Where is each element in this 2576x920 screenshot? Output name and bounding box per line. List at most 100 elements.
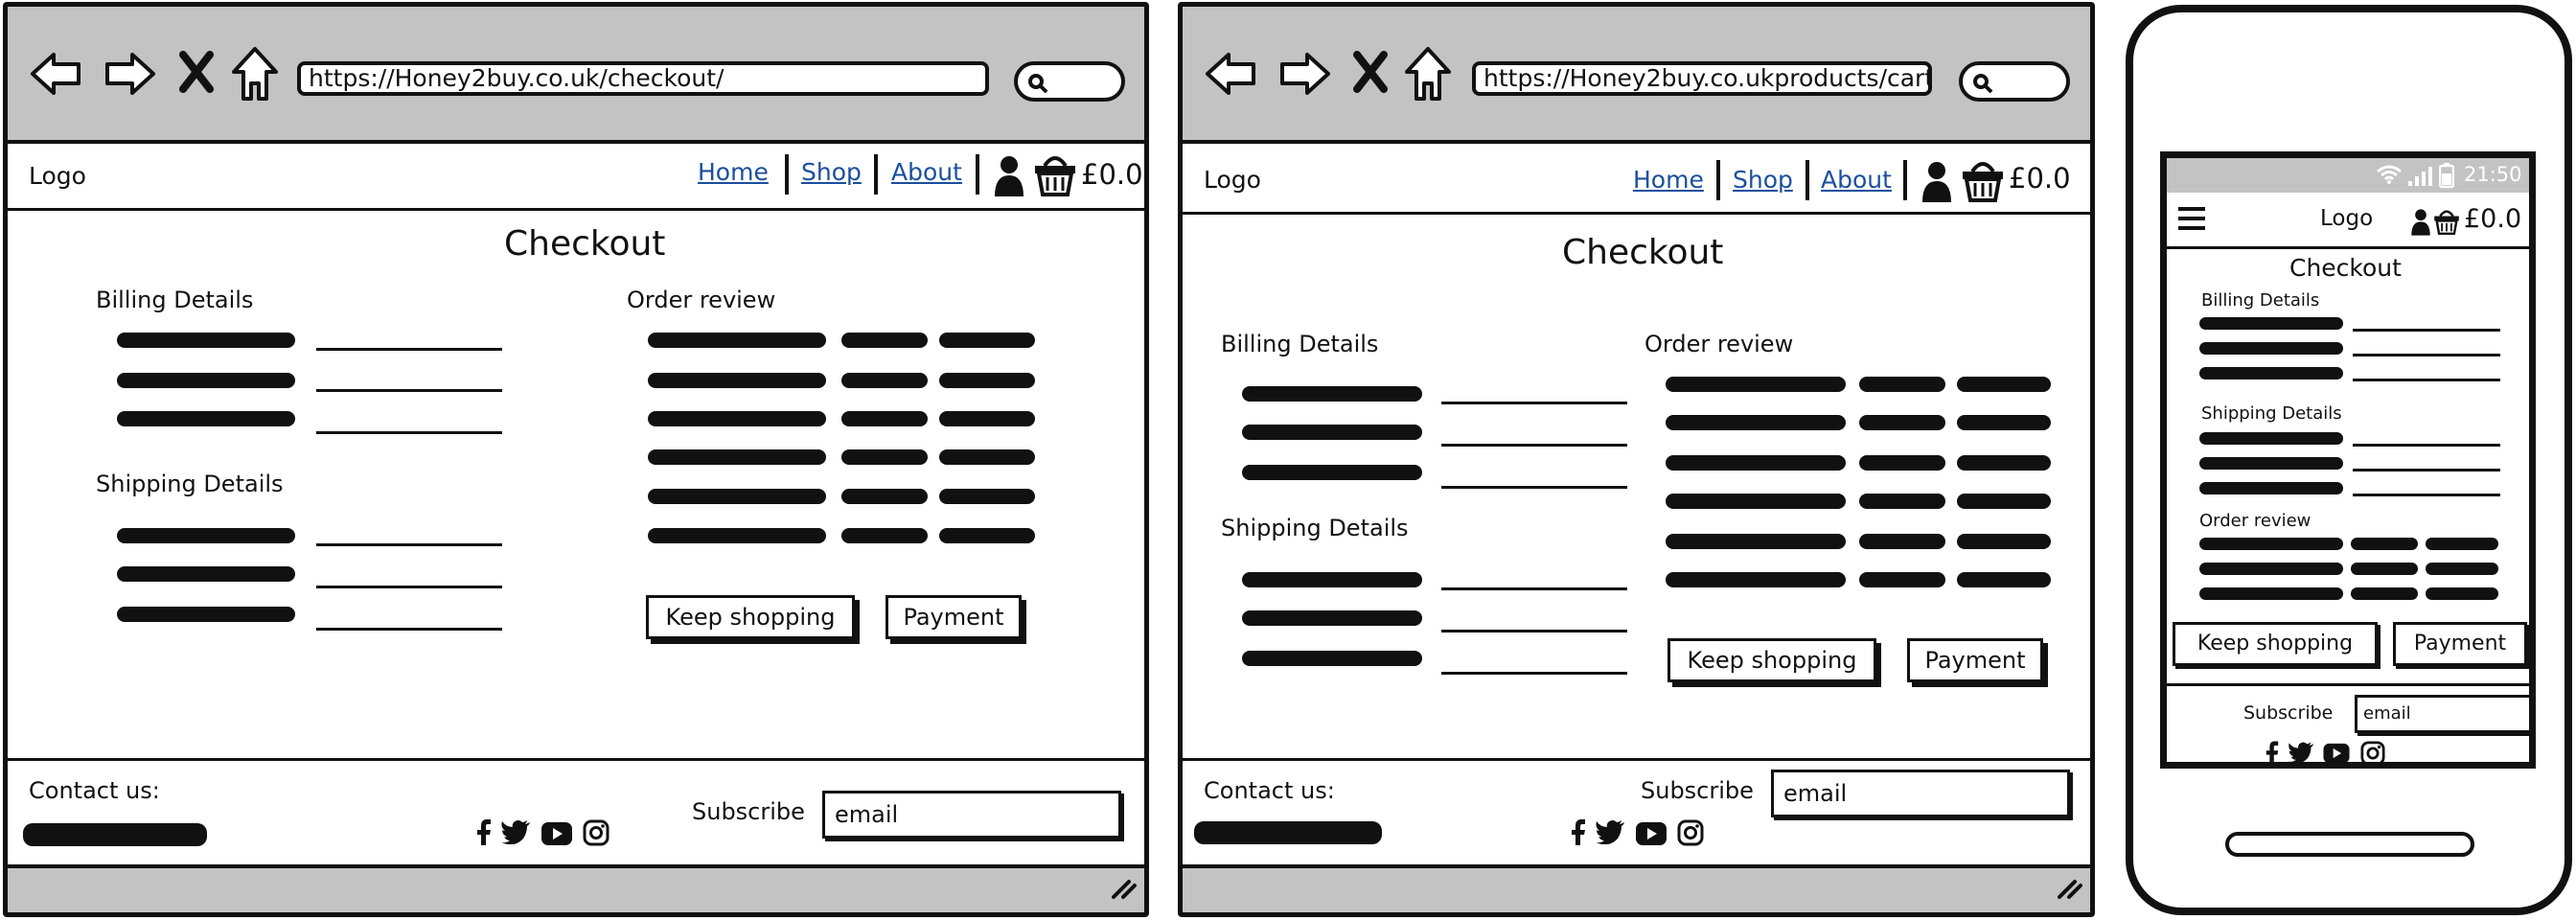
youtube-icon[interactable]: [2322, 743, 2351, 764]
user-icon[interactable]: [993, 154, 1025, 198]
shipping-field[interactable]: [316, 543, 502, 546]
order-price: [2426, 538, 2498, 550]
home-icon[interactable]: [230, 45, 280, 103]
instagram-icon[interactable]: [583, 819, 610, 846]
subscribe-email-input[interactable]: email: [1771, 770, 2070, 817]
billing-field[interactable]: [1441, 486, 1627, 489]
phone-home-button[interactable]: [2225, 832, 2474, 857]
twitter-icon[interactable]: [2288, 741, 2314, 764]
forward-arrow-icon[interactable]: [1276, 47, 1332, 101]
subscribe-email-input[interactable]: email: [2355, 695, 2529, 733]
facebook-icon[interactable]: [1570, 817, 1587, 846]
cart-total[interactable]: £0.0: [2009, 162, 2071, 195]
search-box[interactable]: [1959, 61, 2070, 102]
shipping-label: [117, 566, 295, 582]
shipping-field[interactable]: [2353, 444, 2500, 447]
wifi-icon: [2377, 165, 2402, 184]
order-item: [2199, 538, 2343, 550]
subscribe-label: Subscribe: [692, 798, 805, 825]
shipping-field[interactable]: [1441, 587, 1627, 590]
shipping-heading: Shipping Details: [2201, 403, 2342, 424]
shipping-field[interactable]: [2353, 469, 2500, 472]
browser-status-bar: [1183, 864, 2090, 912]
cart-total[interactable]: £0.0: [1081, 158, 1143, 191]
subscribe-email-input[interactable]: email: [822, 791, 1121, 839]
shipping-field[interactable]: [2353, 494, 2500, 496]
shipping-field[interactable]: [316, 628, 502, 631]
shipping-field[interactable]: [316, 586, 502, 588]
order-review-heading: Order review: [1644, 331, 1794, 357]
order-item: [1666, 572, 1846, 587]
order-item: [648, 411, 826, 426]
shipping-field[interactable]: [1441, 672, 1627, 675]
billing-field[interactable]: [2353, 354, 2500, 356]
shipping-label: [2199, 482, 2343, 494]
youtube-icon[interactable]: [540, 821, 573, 846]
order-item: [2199, 563, 2343, 575]
cart-total[interactable]: £0.0: [2464, 204, 2521, 234]
nav-shop-link[interactable]: Shop: [1733, 166, 1793, 194]
back-arrow-icon[interactable]: [1204, 47, 1259, 101]
billing-field[interactable]: [316, 431, 502, 434]
logo[interactable]: Logo: [29, 162, 86, 190]
basket-icon[interactable]: [2433, 206, 2460, 237]
close-icon[interactable]: [177, 51, 216, 93]
logo[interactable]: Logo: [2320, 206, 2373, 231]
order-qty: [1859, 377, 1945, 392]
user-icon[interactable]: [2410, 208, 2431, 237]
keep-shopping-button[interactable]: Keep shopping: [1668, 638, 1876, 682]
basket-icon[interactable]: [1033, 150, 1077, 198]
order-price: [939, 411, 1035, 426]
facebook-icon[interactable]: [475, 817, 493, 846]
order-item: [1666, 494, 1846, 509]
forward-arrow-icon[interactable]: [102, 47, 157, 101]
twitter-icon[interactable]: [1595, 819, 1625, 844]
order-price: [1957, 415, 2051, 430]
nav-shop-link[interactable]: Shop: [801, 158, 862, 186]
order-qty: [2351, 587, 2418, 600]
shipping-field[interactable]: [1441, 630, 1627, 632]
billing-field[interactable]: [1441, 402, 1627, 404]
user-icon[interactable]: [1920, 160, 1953, 204]
search-icon: [1028, 74, 1048, 94]
billing-field[interactable]: [316, 389, 502, 392]
instagram-icon[interactable]: [1677, 819, 1704, 846]
search-box[interactable]: [1014, 61, 1125, 102]
home-icon[interactable]: [1403, 45, 1453, 103]
keep-shopping-button[interactable]: Keep shopping: [2173, 622, 2378, 666]
youtube-icon[interactable]: [1635, 821, 1668, 846]
basket-icon[interactable]: [1961, 156, 2005, 204]
order-item: [1666, 534, 1846, 549]
nav-about-link[interactable]: About: [1821, 166, 1892, 194]
navbar-divider: [1183, 212, 2090, 215]
hamburger-menu-icon[interactable]: [2176, 206, 2207, 231]
contact-details: [23, 823, 207, 846]
resize-grip-icon[interactable]: [1110, 876, 1138, 901]
billing-field[interactable]: [2353, 379, 2500, 381]
billing-field[interactable]: [1441, 444, 1627, 447]
logo[interactable]: Logo: [1204, 166, 1261, 194]
nav-about-link[interactable]: About: [891, 158, 962, 186]
back-arrow-icon[interactable]: [29, 47, 84, 101]
nav-home-link[interactable]: Home: [698, 158, 769, 186]
order-price: [939, 489, 1035, 504]
page-title: Checkout: [504, 224, 666, 264]
instagram-icon[interactable]: [2360, 741, 2385, 766]
order-item: [1666, 377, 1846, 392]
resize-grip-icon[interactable]: [2056, 876, 2084, 901]
billing-field[interactable]: [2353, 329, 2500, 332]
nav-home-link[interactable]: Home: [1633, 166, 1704, 194]
payment-button[interactable]: Payment: [886, 595, 1022, 639]
keep-shopping-button[interactable]: Keep shopping: [646, 595, 855, 639]
payment-button[interactable]: Payment: [2393, 622, 2527, 666]
payment-button[interactable]: Payment: [1907, 638, 2043, 682]
billing-heading: Billing Details: [96, 287, 254, 313]
close-icon[interactable]: [1351, 51, 1390, 93]
search-icon: [1973, 74, 1993, 94]
address-bar[interactable]: https://Honey2buy.co.uk/checkout/: [297, 61, 989, 96]
address-bar[interactable]: https://Honey2buy.co.ukproducts/cart: [1472, 61, 1932, 96]
facebook-icon[interactable]: [2265, 739, 2280, 766]
twitter-icon[interactable]: [500, 819, 531, 844]
billing-field[interactable]: [316, 348, 502, 351]
billing-label: [117, 411, 295, 426]
